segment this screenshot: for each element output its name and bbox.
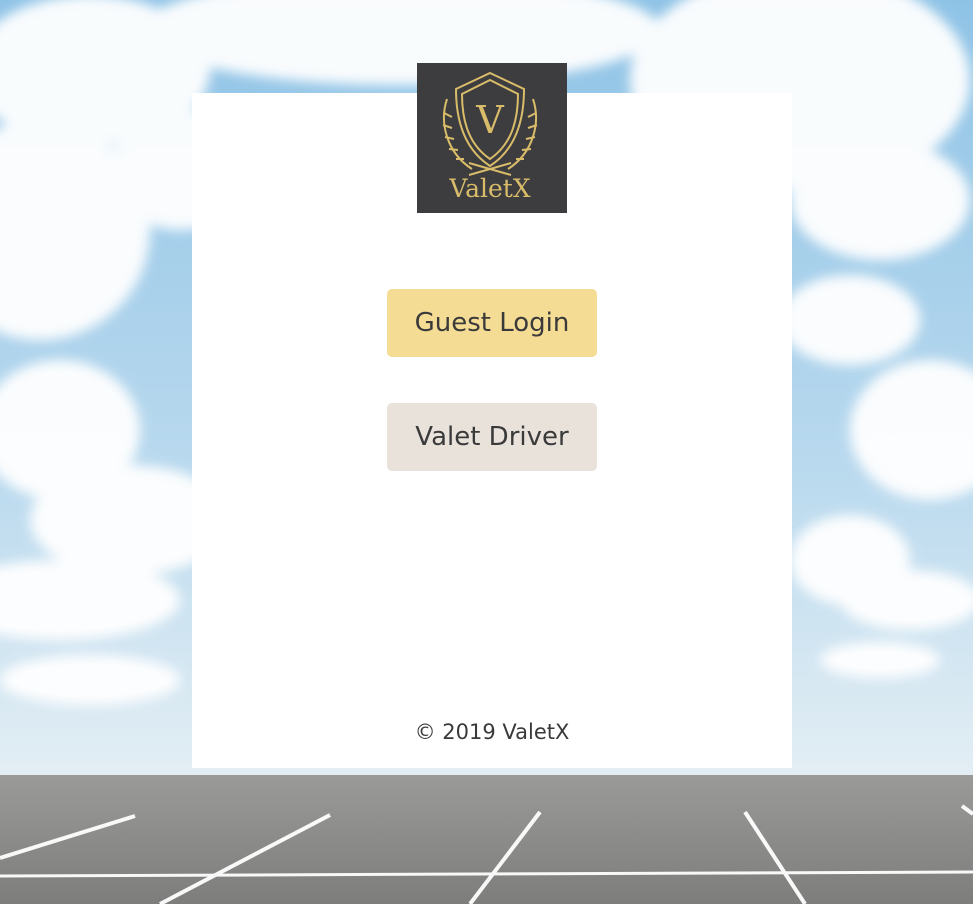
valetx-logo: V ValetX [417, 63, 567, 213]
shield-logo-icon: V ValetX [442, 71, 538, 203]
guest-login-label: Guest Login [414, 308, 570, 338]
svg-text:ValetX: ValetX [448, 174, 531, 203]
valet-driver-button[interactable]: Valet Driver [387, 403, 597, 471]
guest-login-button[interactable]: Guest Login [387, 289, 597, 357]
copyright-footer: © 2019 ValetX [414, 720, 570, 744]
valet-driver-label: Valet Driver [415, 422, 569, 452]
svg-text:V: V [475, 98, 504, 142]
